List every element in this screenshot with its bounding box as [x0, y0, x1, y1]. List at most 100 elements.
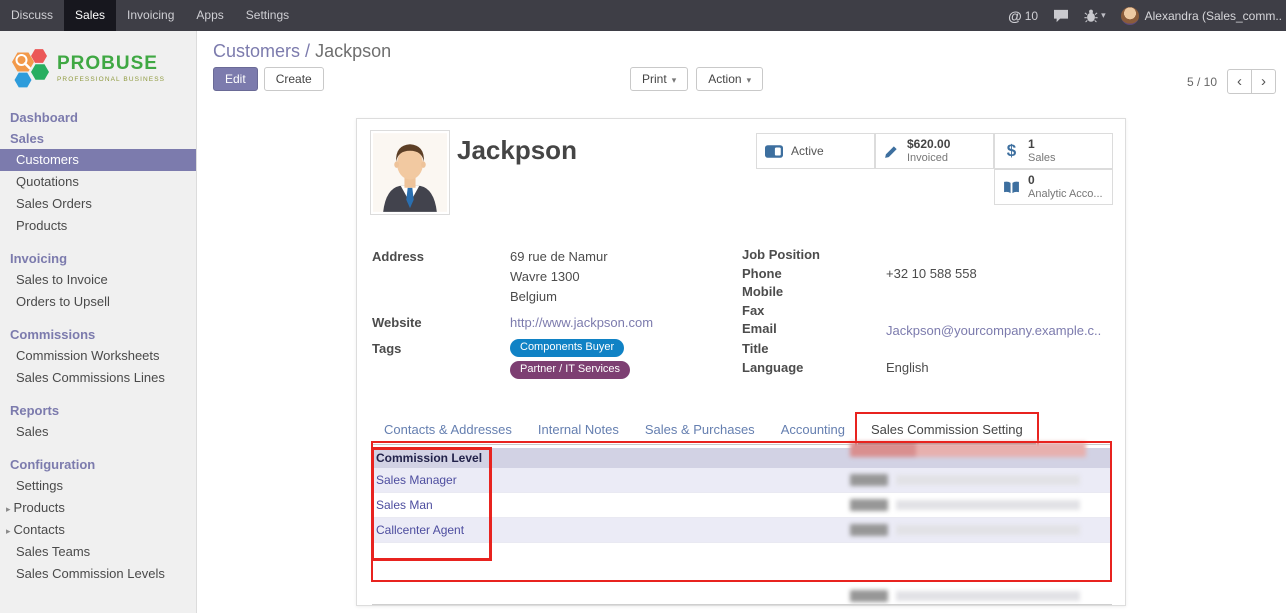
chat-bubble-icon [1053, 9, 1069, 23]
phone-value: +32 10 588 558 [886, 266, 977, 281]
user-avatar [1121, 7, 1139, 25]
sales-count-value: 1 [1028, 137, 1056, 151]
redacted-header-cell [850, 442, 1086, 457]
language-label: Language [742, 360, 886, 375]
action-label: Action [708, 72, 741, 86]
invoiced-stat-button[interactable]: $620.00 Invoiced [875, 133, 994, 169]
tab-accounting[interactable]: Accounting [768, 415, 858, 444]
sidebar-item-settings[interactable]: Settings [0, 475, 196, 497]
at-icon: @ [1008, 8, 1022, 24]
redacted-cell [896, 475, 1080, 485]
invoiced-label: Invoiced [907, 152, 950, 165]
book-icon [1003, 181, 1020, 194]
debug-menu-button[interactable]: ▾ [1084, 8, 1106, 23]
sidebar-item-sales-report[interactable]: Sales [0, 421, 196, 443]
active-stat-button[interactable]: Active [756, 133, 875, 169]
analytic-accounts-stat-button[interactable]: 0 Analytic Acco... [994, 169, 1113, 205]
sidebar-item-commission-worksheets[interactable]: Commission Worksheets [0, 345, 196, 367]
breadcrumb-separator: / [305, 41, 310, 61]
sidebar-item-customers[interactable]: Customers [0, 149, 196, 171]
analytic-count-label: Analytic Acco... [1028, 188, 1103, 201]
website-link[interactable]: http://www.jackpson.com [510, 313, 653, 333]
sidebar-item-sales-commission-levels[interactable]: Sales Commission Levels [0, 563, 196, 585]
sidebar-item-products[interactable]: Products [0, 215, 196, 237]
sidebar: PROBUSE PROFESSIONAL BUSINESS Dashboard … [0, 31, 197, 613]
topbar-menu-apps[interactable]: Apps [185, 0, 234, 31]
topbar-menu-settings[interactable]: Settings [235, 0, 300, 31]
app-logo: PROBUSE PROFESSIONAL BUSINESS [0, 31, 196, 103]
pager-next-button[interactable]: › [1251, 69, 1276, 94]
sidebar-item-label: Products [14, 500, 65, 515]
mention-count: 10 [1025, 9, 1038, 23]
list-header-row[interactable]: Commission Level [372, 448, 1112, 468]
sidebar-section-reports[interactable]: Reports [0, 400, 196, 421]
mobile-label: Mobile [742, 284, 886, 299]
topbar-menu-sales[interactable]: Sales [64, 0, 116, 31]
left-field-group: Address 69 rue de Namur Wavre 1300 Belgi… [372, 247, 722, 385]
right-field-group: Job Position Phone+32 10 588 558 Mobile … [742, 247, 1107, 378]
create-button[interactable]: Create [264, 67, 324, 91]
tag-partner-it-services: Partner / IT Services [510, 361, 630, 379]
sidebar-section-commissions[interactable]: Commissions [0, 324, 196, 345]
mentions-button[interactable]: @ 10 [1008, 8, 1038, 24]
tab-sales-commission-setting[interactable]: Sales Commission Setting [858, 415, 1036, 445]
logo-subtitle: PROFESSIONAL BUSINESS [57, 76, 165, 83]
redacted-cell [850, 474, 888, 486]
caret-down-icon: ▾ [1101, 10, 1106, 21]
breadcrumb-current: Jackpson [315, 41, 391, 61]
commission-row-sales-man[interactable]: Sales Man [372, 493, 1112, 518]
commission-row-sales-manager[interactable]: Sales Manager [372, 468, 1112, 493]
bug-icon [1084, 8, 1098, 23]
pager-previous-button[interactable]: ‹ [1227, 69, 1252, 94]
record-title: Jackpson [457, 135, 577, 166]
sales-stat-button[interactable]: $ 1 Sales [994, 133, 1113, 169]
commission-row-callcenter-agent[interactable]: Callcenter Agent [372, 518, 1112, 543]
sidebar-item-orders-to-upsell[interactable]: Orders to Upsell [0, 291, 196, 313]
user-name: Alexandra (Sales_comm.. [1145, 9, 1282, 23]
edit-button[interactable]: Edit [213, 67, 258, 91]
tab-sales-purchases[interactable]: Sales & Purchases [632, 415, 768, 444]
caret-right-icon: ▸ [6, 504, 11, 514]
redacted-cell [896, 591, 1080, 601]
sidebar-item-products-config[interactable]: ▸Products [0, 497, 196, 519]
user-menu[interactable]: Alexandra (Sales_comm.. [1121, 7, 1282, 25]
messages-button[interactable] [1053, 9, 1069, 23]
sidebar-item-quotations[interactable]: Quotations [0, 171, 196, 193]
commission-level-name: Sales Manager [376, 473, 457, 487]
footer-divider [372, 604, 1112, 605]
sidebar-section-invoicing[interactable]: Invoicing [0, 248, 196, 269]
sidebar-item-sales-commissions-lines[interactable]: Sales Commissions Lines [0, 367, 196, 389]
tab-contacts-addresses[interactable]: Contacts & Addresses [371, 415, 525, 444]
topbar-menu-invoicing[interactable]: Invoicing [116, 0, 185, 31]
commission-level-name: Callcenter Agent [376, 523, 464, 537]
address-line: Belgium [510, 287, 608, 307]
sidebar-item-sales-teams[interactable]: Sales Teams [0, 541, 196, 563]
sidebar-item-sales-orders[interactable]: Sales Orders [0, 193, 196, 215]
breadcrumb-customers-link[interactable]: Customers [213, 41, 300, 61]
sidebar-section-configuration[interactable]: Configuration [0, 454, 196, 475]
sidebar-item-contacts-config[interactable]: ▸Contacts [0, 519, 196, 541]
commission-level-name: Sales Man [376, 498, 433, 512]
print-dropdown-button[interactable]: Print▾ [630, 67, 688, 91]
title-label: Title [742, 341, 886, 356]
redacted-cell [896, 500, 1080, 510]
caret-down-icon: ▾ [672, 75, 677, 85]
sidebar-section-dashboard[interactable]: Dashboard [0, 107, 196, 128]
pager-count: 5 / 10 [1187, 75, 1217, 89]
commission-level-list: Commission Level Sales Manager Sales Man… [372, 448, 1112, 581]
email-link[interactable]: Jackpson@yourcompany.example.c.. [886, 321, 1101, 341]
caret-down-icon: ▾ [747, 75, 752, 85]
redacted-cell [850, 590, 888, 602]
tab-internal-notes[interactable]: Internal Notes [525, 415, 632, 444]
action-dropdown-button[interactable]: Action ▾ [696, 67, 763, 91]
notebook-tabs: Contacts & Addresses Internal Notes Sale… [371, 415, 1111, 445]
sales-count-label: Sales [1028, 152, 1056, 165]
website-label: Website [372, 313, 510, 333]
empty-rows-area [372, 543, 1112, 581]
fax-label: Fax [742, 303, 886, 318]
sidebar-section-sales[interactable]: Sales [0, 128, 196, 149]
caret-right-icon: ▸ [6, 526, 11, 536]
address-line: Wavre 1300 [510, 267, 608, 287]
sidebar-item-sales-to-invoice[interactable]: Sales to Invoice [0, 269, 196, 291]
topbar-menu-discuss[interactable]: Discuss [0, 0, 64, 31]
